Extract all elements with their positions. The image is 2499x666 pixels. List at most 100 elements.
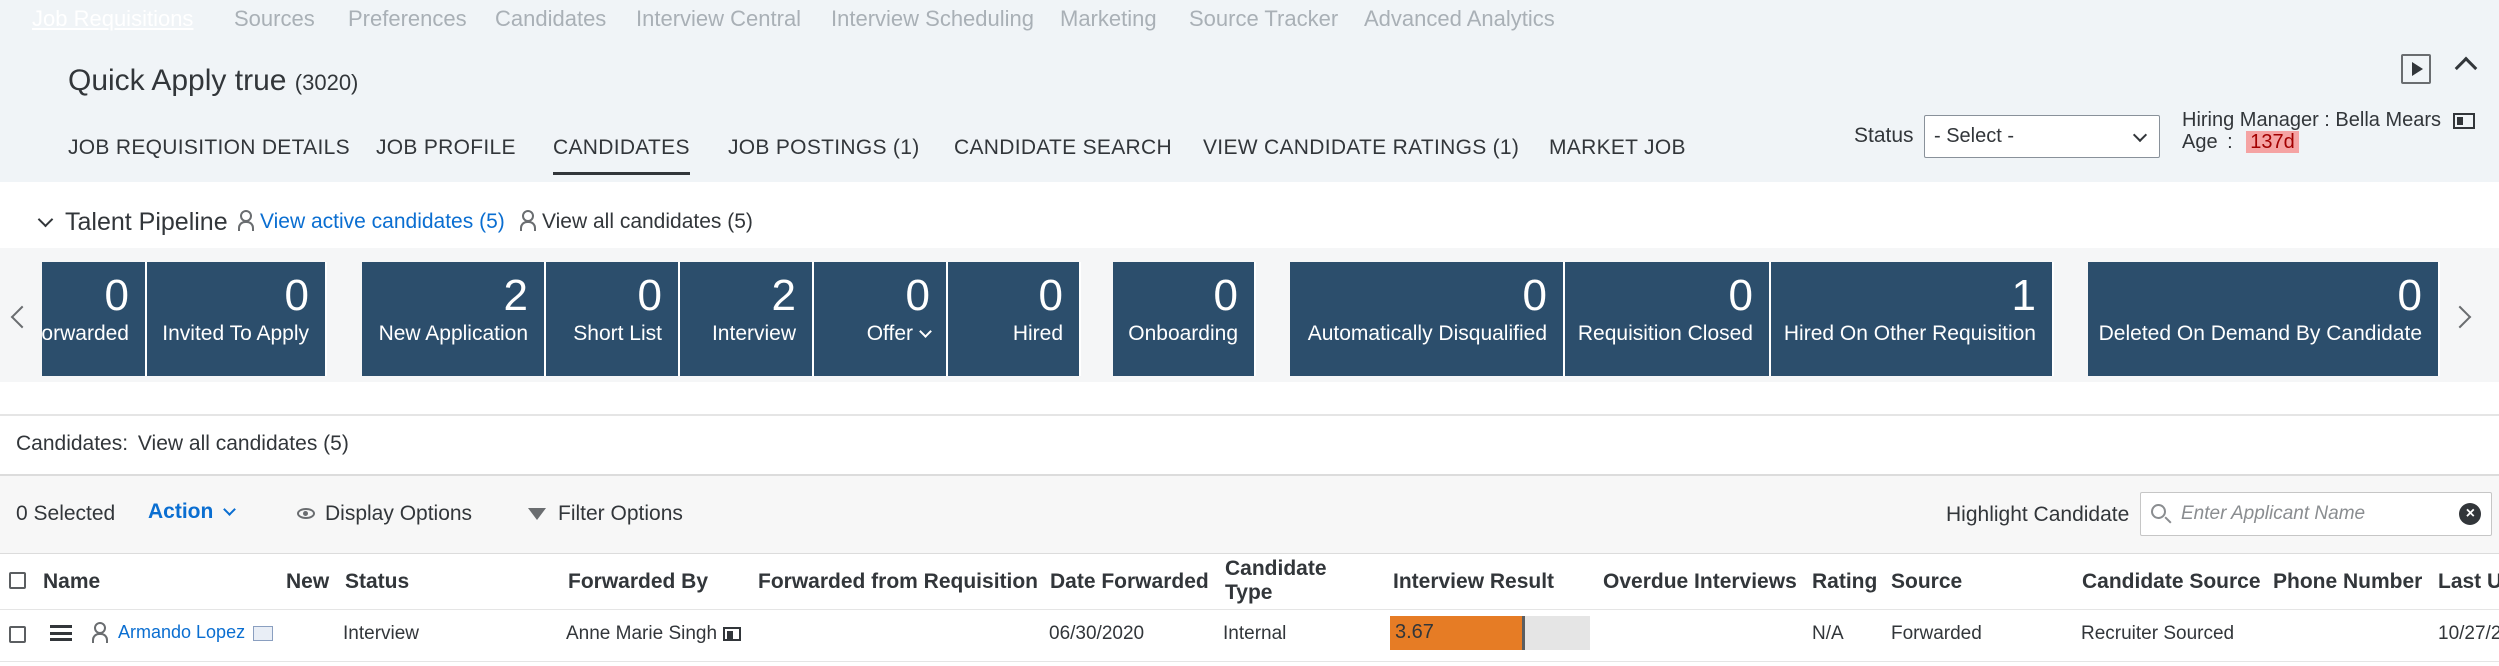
tile-label: Short List (573, 322, 662, 345)
tile-label: Invited To Apply (162, 322, 309, 345)
cell-candidate-type: Internal (1223, 623, 1287, 644)
nav-interview-central[interactable]: Interview Central (636, 6, 801, 32)
tile-count: 0 (1213, 271, 1238, 320)
column-header-date-forwarded[interactable]: Date Forwarded (1050, 570, 1209, 594)
tab-market-job[interactable]: MARKET JOB (1549, 136, 1686, 172)
tab-view-candidate-ratings[interactable]: VIEW CANDIDATE RATINGS (1) (1203, 136, 1519, 172)
pipeline-tile-forwarded[interactable]: 0 Forwarded (42, 262, 147, 376)
age-sep: : (2227, 131, 2233, 153)
column-header-source[interactable]: Source (1891, 570, 1962, 594)
nav-advanced-analytics[interactable]: Advanced Analytics (1364, 6, 1555, 32)
clear-icon[interactable]: × (2459, 503, 2481, 525)
talent-pipeline-header[interactable]: Talent Pipeline (37, 208, 228, 237)
search-icon (2151, 504, 2166, 519)
highlight-candidate-label: Highlight Candidate (1946, 503, 2130, 526)
hiring-manager-name[interactable]: Bella Mears (2335, 109, 2441, 131)
tile-count: 2 (503, 271, 528, 320)
chevron-down-icon[interactable] (919, 325, 932, 338)
view-all-candidates-link[interactable]: View all candidates (5) (520, 210, 753, 234)
status-select-value: - Select - (1934, 125, 2015, 147)
age-badge: 137d (2246, 131, 2299, 153)
pipeline-tile-onboarding[interactable]: 0 Onboarding (1113, 262, 1256, 376)
select-all-checkbox[interactable] (9, 572, 26, 589)
nav-interview-scheduling[interactable]: Interview Scheduling (831, 6, 1034, 32)
display-options-button[interactable]: Display Options (297, 502, 472, 526)
pipeline-tile-interview[interactable]: 2 Interview (680, 262, 814, 376)
person-icon (92, 622, 108, 643)
tile-label: Onboarding (1128, 322, 1238, 345)
tile-label: Requisition Closed (1577, 322, 1753, 345)
tile-label-text: Offer (866, 322, 913, 345)
nav-sources[interactable]: Sources (234, 6, 315, 32)
tile-label: Offer (866, 322, 932, 346)
cell-date-forwarded: 06/30/2020 (1049, 623, 1145, 644)
pipeline-tile-deleted-on-demand[interactable]: 0 Deleted On Demand By Candidate (2088, 262, 2440, 376)
chevron-down-icon (2132, 127, 2148, 143)
pipeline-tile-short-list[interactable]: 0 Short List (546, 262, 680, 376)
cell-status: Interview (343, 623, 420, 644)
forwarded-by-name[interactable]: Anne Marie Singh (566, 623, 717, 644)
column-header-forwarded-by[interactable]: Forwarded By (568, 570, 708, 594)
view-all-candidates-label: View all candidates (5) (542, 210, 753, 233)
tab-candidates[interactable]: CANDIDATES (553, 136, 690, 175)
selected-count: 0 Selected (16, 502, 116, 525)
chevron-down-icon[interactable] (37, 211, 54, 228)
menu-icon[interactable] (50, 625, 72, 641)
chevron-right-icon[interactable] (2450, 298, 2480, 338)
pipeline-tile-automatically-disqualified[interactable]: 0 Automatically Disqualified (1290, 262, 1565, 376)
nav-marketing[interactable]: Marketing (1060, 6, 1157, 32)
nav-preferences[interactable]: Preferences (348, 6, 467, 32)
tab-job-profile[interactable]: JOB PROFILE (376, 136, 516, 172)
contact-card-icon[interactable] (2452, 112, 2475, 129)
row-checkbox[interactable] (9, 626, 26, 643)
view-active-candidates-link[interactable]: View active candidates (5) (238, 210, 505, 234)
cell-source: Forwarded (1891, 623, 1982, 644)
pipeline-tile-hired[interactable]: 0 Hired (948, 262, 1081, 376)
column-header-status[interactable]: Status (345, 570, 409, 594)
nav-source-tracker[interactable]: Source Tracker (1189, 6, 1338, 32)
tile-count: 1 (2011, 271, 2036, 320)
filter-options-button[interactable]: Filter Options (528, 502, 683, 526)
pipeline-tile-hired-on-other-requisition[interactable]: 1 Hired On Other Requisition (1771, 262, 2054, 376)
chevron-down-icon (223, 503, 237, 516)
collapse-header-icon[interactable] (2452, 50, 2482, 80)
pipeline-tile-offer[interactable]: 0 Offer (814, 262, 948, 376)
resume-icon[interactable] (253, 625, 274, 641)
tab-candidate-search[interactable]: CANDIDATE SEARCH (954, 136, 1172, 172)
pipeline-tile-new-application[interactable]: 2 New Application (362, 262, 546, 376)
page-title-count: (3020) (294, 70, 359, 95)
column-header-overdue-interviews[interactable]: Overdue Interviews (1603, 570, 1797, 594)
tab-job-postings[interactable]: JOB POSTINGS (1) (728, 136, 920, 172)
tile-count: 0 (2397, 271, 2422, 320)
column-header-new[interactable]: New (286, 570, 329, 594)
action-button[interactable]: Action (148, 500, 237, 524)
column-header-name[interactable]: Name (43, 570, 100, 594)
candidate-name-link[interactable]: Armando Lopez (118, 622, 274, 643)
status-select[interactable]: - Select - (1924, 115, 2160, 158)
eye-icon (297, 508, 315, 519)
tile-count: 0 (1038, 271, 1063, 320)
nav-job-requisitions[interactable]: Job Requisitions (32, 6, 193, 32)
tile-label: Interview (711, 322, 796, 345)
column-header-phone-number[interactable]: Phone Number (2273, 570, 2422, 594)
tile-label: New Application (378, 322, 528, 345)
cell-rating: N/A (1812, 623, 1844, 644)
contact-card-icon[interactable] (723, 626, 742, 641)
column-header-rating[interactable]: Rating (1812, 570, 1877, 594)
nav-candidates[interactable]: Candidates (495, 6, 606, 32)
column-header-candidate-type[interactable]: Candidate Type (1225, 557, 1355, 605)
column-header-candidate-source[interactable]: Candidate Source (2082, 570, 2261, 594)
column-header-forwarded-from-requisition[interactable]: Forwarded from Requisition (758, 570, 1038, 594)
interview-result-value: 3.67 (1395, 621, 1434, 643)
highlight-candidate-input[interactable]: Enter Applicant Name × (2140, 492, 2492, 536)
chevron-left-icon[interactable] (2, 298, 32, 338)
play-icon[interactable] (2401, 54, 2431, 84)
column-header-interview-result[interactable]: Interview Result (1393, 570, 1554, 594)
page-title: Quick Apply true (3020) (68, 64, 358, 98)
tab-job-requisition-details[interactable]: JOB REQUISITION DETAILS (68, 136, 350, 172)
pipeline-tile-invited-to-apply[interactable]: 0 Invited To Apply (147, 262, 327, 376)
pipeline-tile-requisition-closed[interactable]: 0 Requisition Closed (1565, 262, 1771, 376)
page-title-text: Quick Apply true (68, 64, 287, 97)
tile-label: Forwarded (42, 322, 129, 345)
column-header-last-updated[interactable]: Last U (2438, 570, 2499, 594)
